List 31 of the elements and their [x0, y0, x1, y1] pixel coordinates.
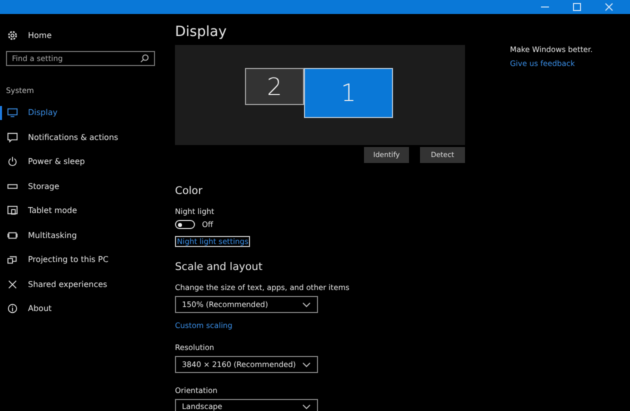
projector-icon — [7, 254, 18, 265]
maximize-icon[interactable] — [572, 2, 582, 12]
sidebar-item[interactable]: Storage — [0, 179, 60, 193]
gear-icon — [7, 30, 18, 40]
sidebar-item[interactable]: Shared experiences — [0, 277, 108, 291]
monitor-tile[interactable]: 2 — [245, 68, 304, 105]
sidebar-item[interactable]: About — [0, 302, 52, 316]
home-link[interactable]: Home — [0, 28, 52, 42]
sidebar-item[interactable]: Tablet mode — [0, 204, 78, 218]
tablet-icon — [7, 205, 18, 216]
close-icon[interactable] — [604, 2, 614, 12]
sidebar-item[interactable]: Notifications & actions — [0, 130, 118, 144]
search-icon — [140, 54, 149, 63]
section-heading: Scale and layout — [175, 261, 262, 273]
window-icon — [7, 230, 18, 240]
page-title: Display — [175, 23, 227, 41]
sidebar-item[interactable]: Multitasking — [0, 228, 77, 242]
message-icon — [7, 132, 18, 142]
chevron-icon — [302, 362, 311, 368]
monitor-icon — [7, 107, 18, 118]
sidebar-item[interactable]: Power & sleep — [0, 154, 85, 168]
power-icon — [7, 156, 18, 167]
chevron-icon — [302, 302, 311, 308]
section-heading: Color — [175, 185, 202, 197]
monitor-tile[interactable]: 1 — [304, 68, 393, 118]
cross-icon — [7, 278, 18, 290]
info-icon — [7, 303, 18, 314]
sidebar-item[interactable]: Display — [0, 106, 58, 120]
sidebar-item[interactable]: Projecting to this PC — [0, 252, 108, 266]
chevron-icon — [302, 404, 311, 410]
toggle-switch[interactable] — [175, 220, 195, 229]
